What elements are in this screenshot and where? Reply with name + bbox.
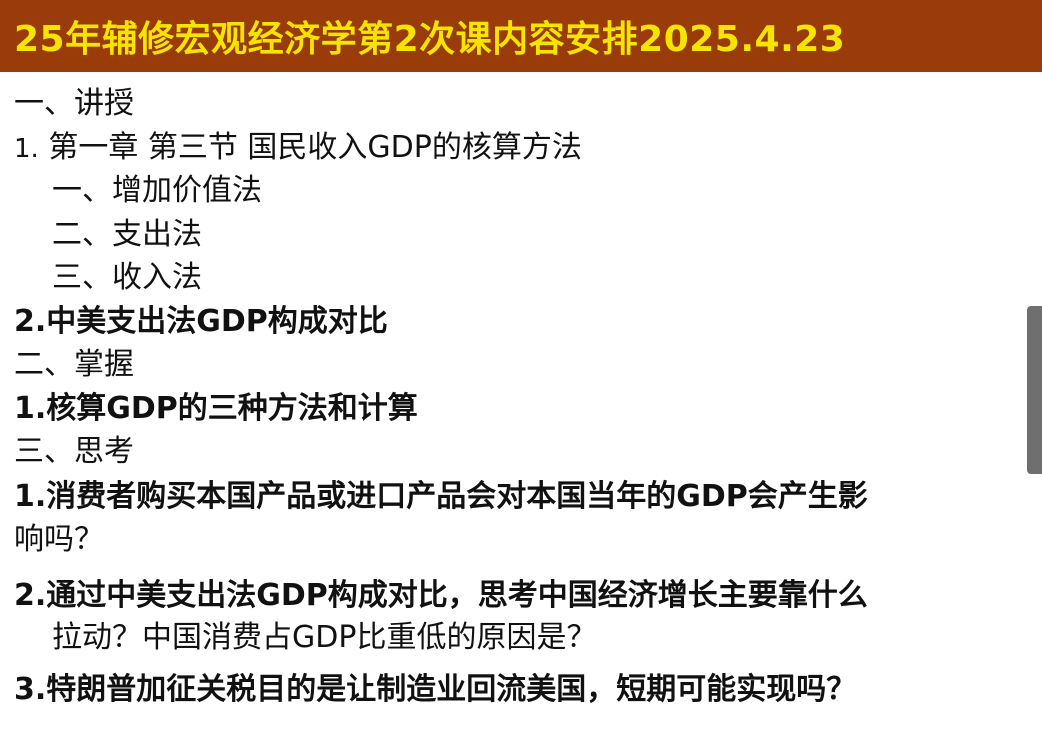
section-heading-teach: 一、讲授 [14,86,134,121]
teach-subitem-2: 二、支出法 [52,217,202,252]
think-question-1-line2: 响吗？ [14,522,104,557]
scrollbar-handle[interactable] [1027,306,1042,474]
teach-item-1: 1. 第一章 第三节 国民收入GDP的核算方法 [14,128,582,169]
section-heading-think: 三、思考 [14,434,134,469]
master-item-1: 1.核算GDP的三种方法和计算 [14,391,418,426]
teach-item-2: 2.中美支出法GDP构成对比 [14,304,388,339]
section-heading-master: 二、掌握 [14,347,134,382]
slide-title: 25年辅修宏观经济学第2次课内容安排2025.4.23 [14,19,846,60]
think-question-2-line2: 拉动？中国消费占GDP比重低的原因是？ [52,620,597,655]
teach-subitem-1: 一、增加价值法 [52,173,262,208]
think-question-3: 3.特朗普加征关税目的是让制造业回流美国，短期可能实现吗？ [14,672,857,707]
think-question-2-line1: 2.通过中美支出法GDP构成对比，思考中国经济增长主要靠什么 [14,578,868,613]
title-bar: 25年辅修宏观经济学第2次课内容安排2025.4.23 [0,0,1042,72]
teach-subitem-3: 三、收入法 [52,260,202,295]
teach-item-1-number: 1. [14,134,39,164]
think-question-1-line1: 1.消费者购买本国产品或进口产品会对本国当年的GDP会产生影 [14,479,868,514]
teach-item-1-text: 第一章 第三节 国民收入GDP的核算方法 [48,130,582,165]
